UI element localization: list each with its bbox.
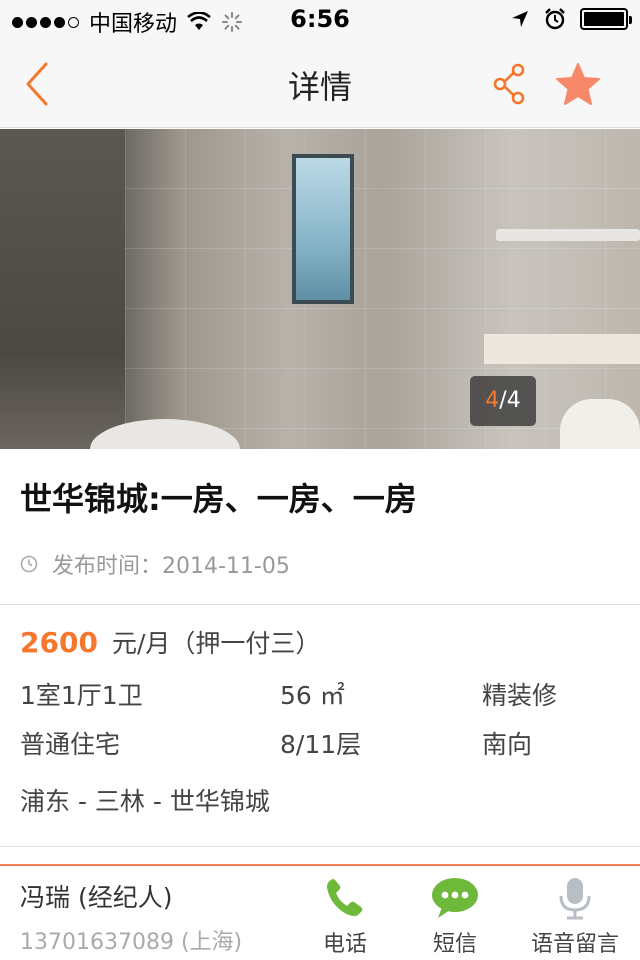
bottom-action-bar: 冯瑞 (经纪人) 13701637089 (上海) 电话 短信 语音留言: [0, 864, 640, 960]
chat-bubble-icon: [432, 878, 478, 918]
price-unit: 元/月（押一付三）: [111, 629, 321, 658]
photo-current-index: 4: [485, 388, 500, 413]
divider: [0, 846, 640, 847]
listing-photo[interactable]: [0, 129, 640, 449]
voice-message-button[interactable]: 语音留言: [526, 876, 624, 958]
call-label: 电话: [322, 932, 367, 957]
orientation: 南向: [482, 730, 533, 759]
star-icon[interactable]: [554, 62, 602, 108]
divider: [0, 604, 640, 605]
decoration-level: 精装修: [482, 681, 558, 710]
publish-info: 发布时间：2014-11-05: [20, 548, 290, 580]
microphone-icon: [559, 878, 591, 920]
call-button[interactable]: 电话: [318, 876, 372, 958]
room-layout: 1室1厅1卫: [20, 681, 143, 710]
publish-date: 2014-11-05: [162, 554, 290, 579]
sms-button[interactable]: 短信: [426, 876, 484, 958]
location-arrow-icon: [512, 11, 528, 27]
page-title: 详情: [287, 68, 352, 106]
phone-icon: [327, 879, 363, 916]
voice-message-label: 语音留言: [530, 932, 619, 957]
agent-phone: 13701637089 (上海): [20, 930, 243, 955]
price-value: 2600: [20, 626, 98, 659]
clock-icon: [20, 555, 38, 573]
share-icon[interactable]: [490, 62, 530, 106]
property-type: 普通住宅: [20, 730, 121, 759]
sms-label: 短信: [432, 932, 477, 957]
photo-counter: 4/4: [470, 376, 536, 426]
listing-title: 世华锦城:一房、一房、一房: [20, 480, 417, 518]
area-size: 56 ㎡: [280, 681, 345, 710]
status-right: [510, 8, 632, 30]
photo-separator: /: [499, 388, 507, 413]
agent-name: 冯瑞 (经纪人): [20, 883, 173, 912]
publish-label: 发布时间：: [52, 554, 163, 579]
floor-info: 8/11层: [280, 730, 362, 759]
alarm-clock-icon: [545, 8, 565, 30]
nav-bar: 详情: [0, 40, 640, 128]
location: 浦东 - 三林 - 世华锦城: [20, 787, 270, 816]
status-bar: 中国移动 6:56: [0, 0, 640, 40]
photo-total: 4: [506, 388, 521, 413]
battery-icon: [580, 8, 632, 30]
price-row: 2600 元/月（押一付三）: [20, 624, 320, 660]
